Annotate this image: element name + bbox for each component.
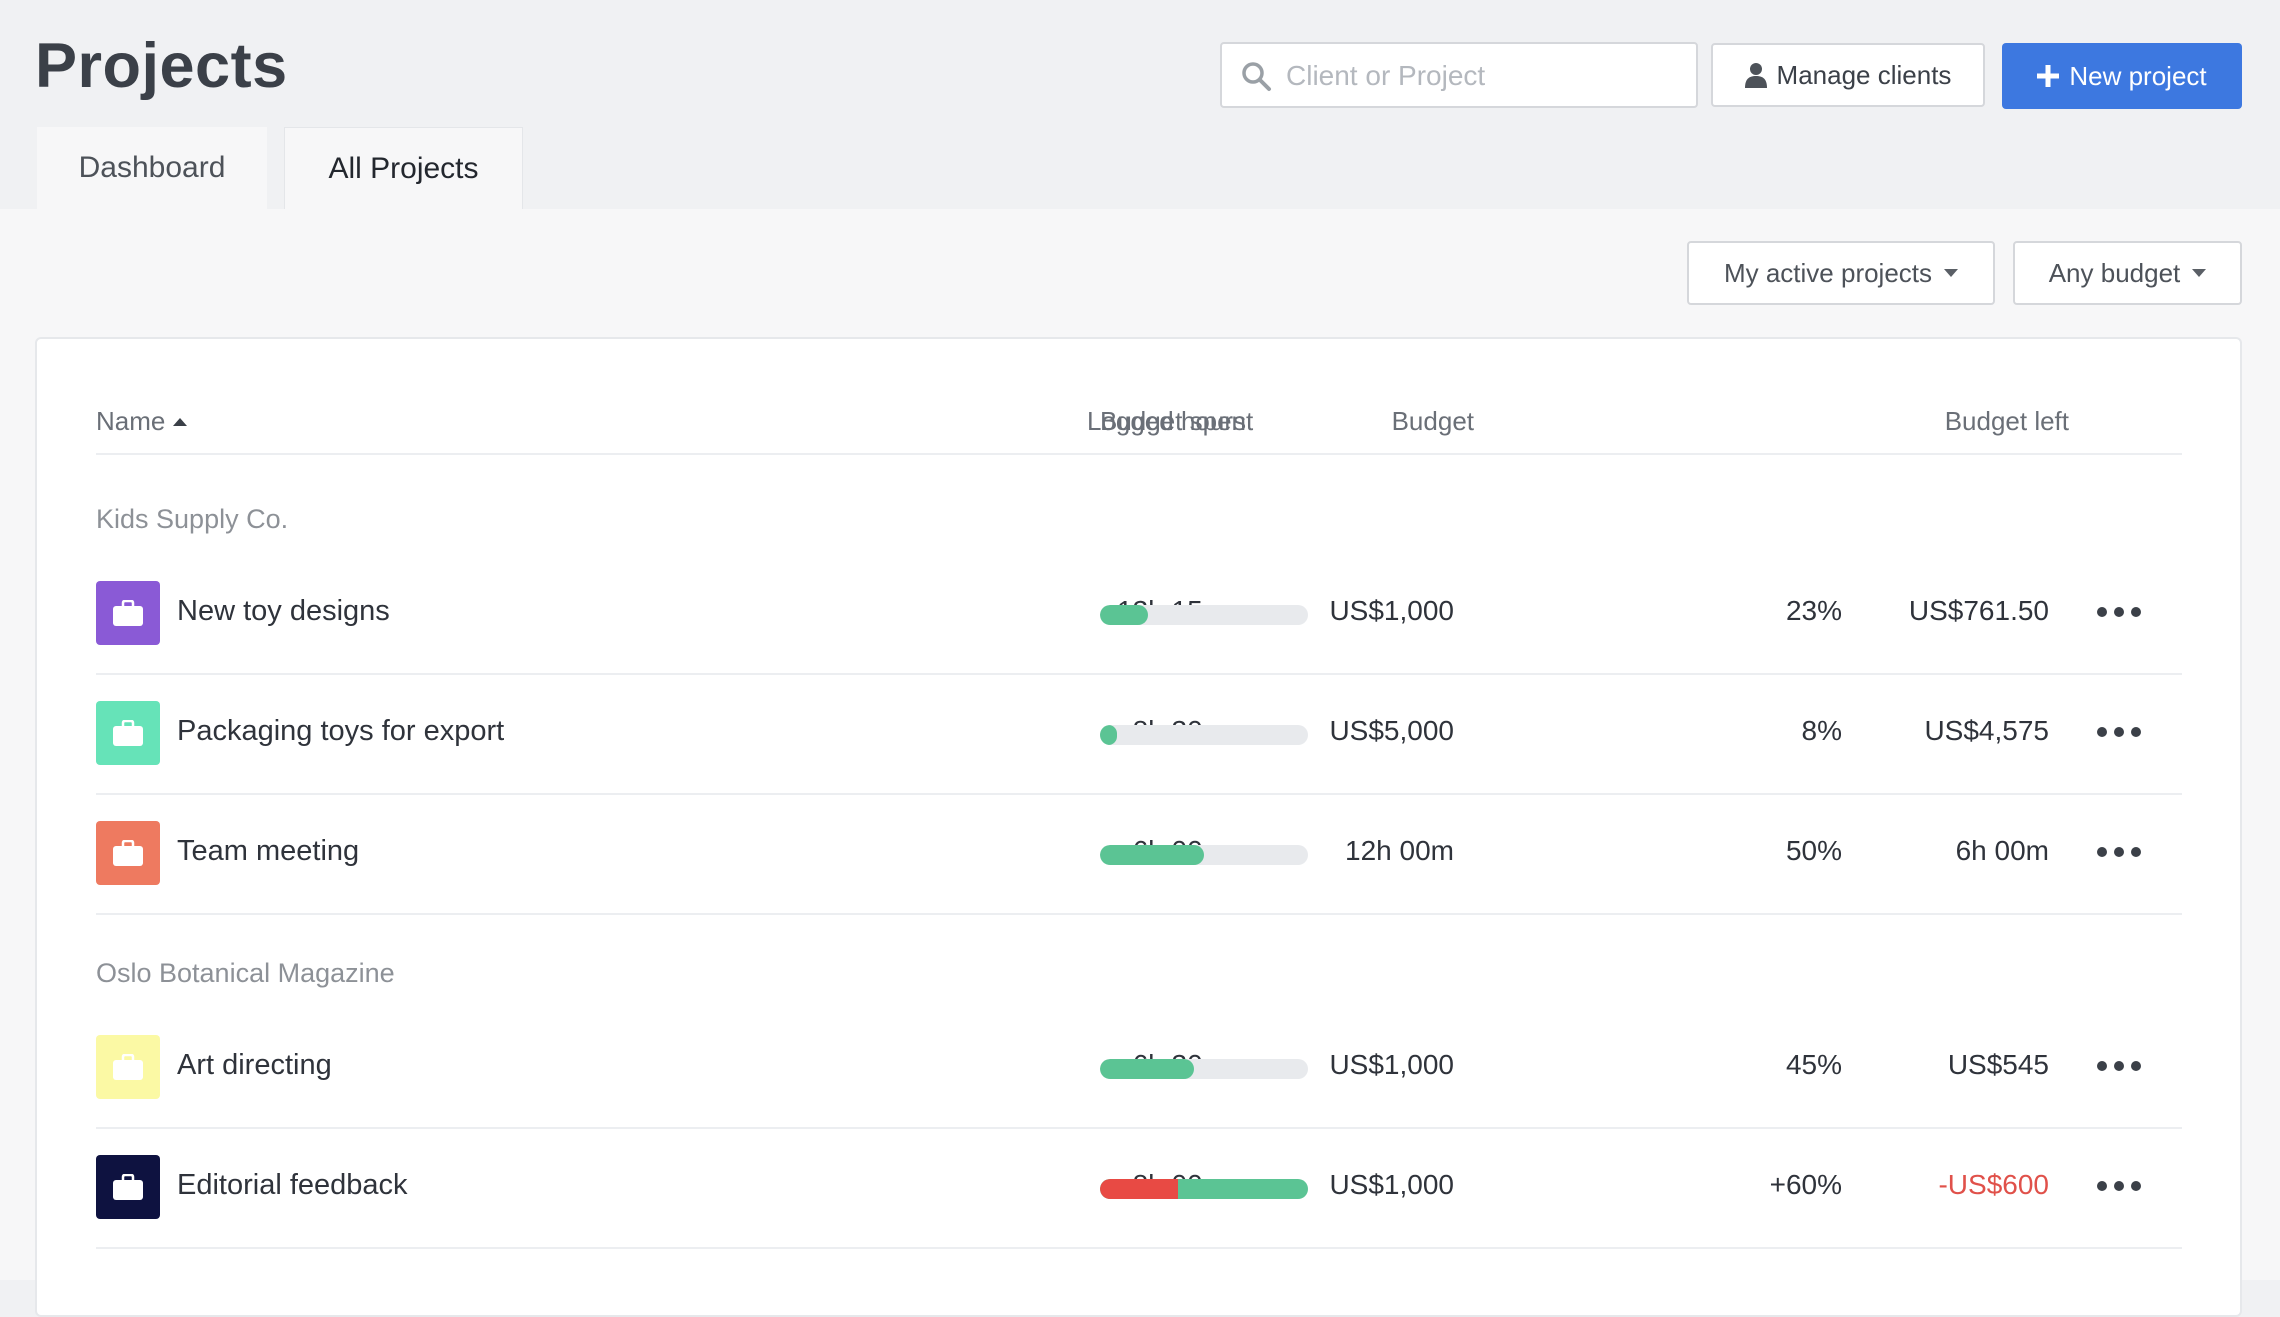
project-name[interactable]: Packaging toys for export (177, 715, 504, 748)
more-options-icon[interactable] (2097, 1051, 2141, 1081)
project-color-swatch (96, 581, 160, 645)
manage-clients-label: Manage clients (1777, 60, 1952, 91)
project-color-swatch (96, 701, 160, 765)
project-name[interactable]: Editorial feedback (177, 1169, 408, 1202)
briefcase-icon (113, 720, 143, 746)
main-content: My active projects Any budget Name Logge… (0, 209, 2280, 1280)
budget-spent-percent: 50% (1786, 835, 1842, 867)
divider (96, 1247, 2182, 1249)
tab-label: Dashboard (79, 151, 226, 185)
project-color-swatch (96, 1155, 160, 1219)
budget-progress-bar (1100, 1059, 1308, 1079)
projects-table: Name Logged hours Budget Budget spent Bu… (35, 337, 2242, 1317)
project-color-swatch (96, 1035, 160, 1099)
table-row: Team meeting 6h 00m 12h 00m 50% 6h 00m (96, 793, 2182, 913)
more-options-icon[interactable] (2097, 717, 2141, 747)
briefcase-icon (113, 1174, 143, 1200)
more-options-icon[interactable] (2097, 1171, 2141, 1201)
table-row: Art directing 6h 30m US$1,000 45% US$545 (96, 1007, 2182, 1127)
divider (96, 913, 2182, 915)
budget-progress-bar (1100, 605, 1308, 625)
status-filter-dropdown[interactable]: My active projects (1687, 241, 1995, 305)
briefcase-icon (113, 600, 143, 626)
budget-left: US$761.50 (1909, 595, 2049, 627)
manage-clients-button[interactable]: Manage clients (1711, 43, 1985, 107)
budget-spent-percent: 23% (1786, 595, 1842, 627)
column-header-budget: Budget (1392, 406, 1474, 437)
budget-progress-bar (1100, 845, 1308, 865)
column-header-label: Name (96, 406, 165, 437)
budget: US$1,000 (1329, 1169, 1454, 1201)
budget: 12h 00m (1345, 835, 1454, 867)
budget-progress-fill (1100, 725, 1117, 745)
table-row: New toy designs 13h 15m US$1,000 23% US$… (96, 553, 2182, 673)
client-group-header: Oslo Botanical Magazine (96, 958, 395, 989)
new-project-button[interactable]: New project (2002, 43, 2242, 109)
budget-progress-fill (1100, 1059, 1194, 1079)
status-filter-label: My active projects (1724, 258, 1932, 289)
tab-dashboard[interactable]: Dashboard (37, 127, 267, 209)
budget-left: -US$600 (1938, 1169, 2049, 1201)
budget-spent-percent: +60% (1770, 1169, 1842, 1201)
budget-progress-bar (1100, 1179, 1308, 1199)
table-row: Editorial feedback 8h 00m US$1,000 +60% … (96, 1127, 2182, 1247)
budget: US$5,000 (1329, 715, 1454, 747)
budget-progress-fill (1100, 605, 1148, 625)
caret-down-icon (1944, 269, 1958, 277)
project-name[interactable]: Team meeting (177, 835, 359, 868)
project-color-swatch (96, 821, 160, 885)
caret-down-icon (2192, 269, 2206, 277)
column-header-budget-spent: Budget spent (1100, 406, 1253, 437)
budget-filter-dropdown[interactable]: Any budget (2013, 241, 2242, 305)
budget-filter-label: Any budget (2049, 258, 2181, 289)
more-options-icon[interactable] (2097, 837, 2141, 867)
client-group-header: Kids Supply Co. (96, 504, 288, 535)
sort-ascending-icon (173, 418, 187, 426)
user-icon (1745, 62, 1767, 88)
divider (96, 453, 2182, 455)
budget-progress-bar (1100, 725, 1308, 745)
budget: US$1,000 (1329, 1049, 1454, 1081)
search-icon (1240, 60, 1272, 92)
budget-spent-percent: 45% (1786, 1049, 1842, 1081)
tab-label: All Projects (328, 152, 478, 186)
column-header-budget-left: Budget left (1945, 406, 2069, 437)
budget-spent-percent: 8% (1802, 715, 1842, 747)
budget-left: US$545 (1948, 1049, 2049, 1081)
budget-progress-fill (1100, 1179, 1178, 1199)
new-project-label: New project (2069, 61, 2206, 92)
budget-left: 6h 00m (1956, 835, 2049, 867)
plus-icon (2037, 65, 2059, 87)
budget: US$1,000 (1329, 595, 1454, 627)
table-row: Packaging toys for export 8h 30m US$5,00… (96, 673, 2182, 793)
column-header-name[interactable]: Name (96, 406, 187, 437)
page-title: Projects (35, 30, 288, 102)
briefcase-icon (113, 840, 143, 866)
tab-all-projects[interactable]: All Projects (284, 127, 523, 209)
briefcase-icon (113, 1054, 143, 1080)
budget-left: US$4,575 (1924, 715, 2049, 747)
search-input[interactable] (1284, 44, 1688, 108)
project-name[interactable]: New toy designs (177, 595, 390, 628)
header: Projects Manage clients New project Dash… (0, 0, 2280, 209)
more-options-icon[interactable] (2097, 597, 2141, 627)
budget-progress-fill (1100, 845, 1204, 865)
search-box[interactable] (1220, 42, 1698, 108)
project-name[interactable]: Art directing (177, 1049, 332, 1082)
